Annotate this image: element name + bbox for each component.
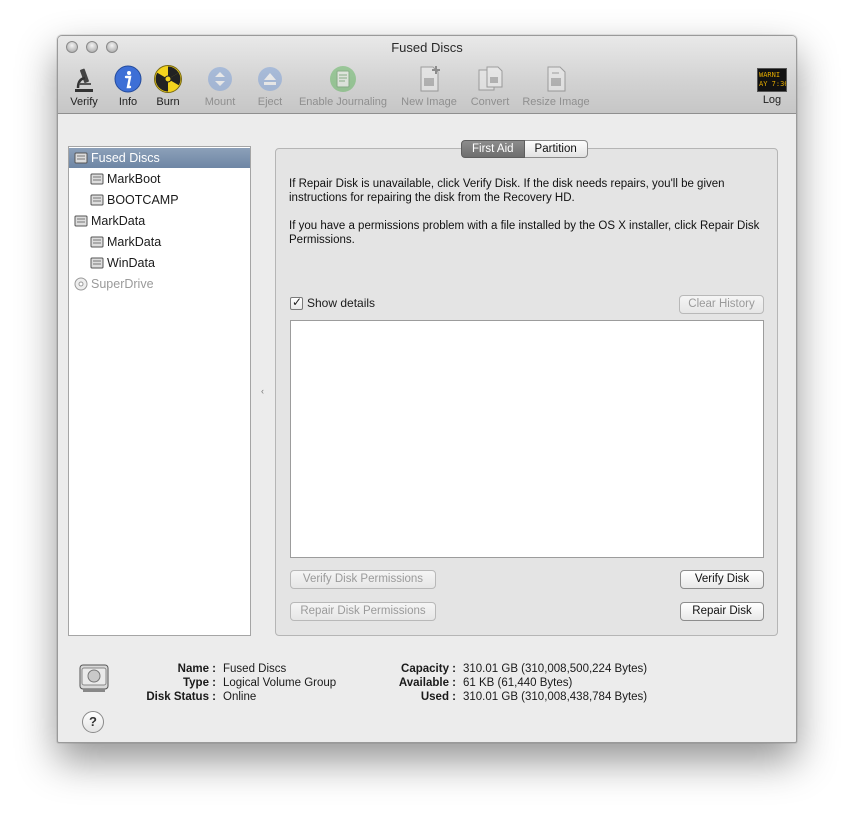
- toolbar-new-image-label: New Image: [401, 96, 457, 108]
- sidebar-item-label: Fused Discs: [91, 151, 160, 165]
- repair-disk-button[interactable]: Repair Disk: [680, 602, 764, 621]
- toolbar-enable-journaling[interactable]: Enable Journaling: [296, 64, 390, 110]
- volume-icon: [90, 194, 104, 206]
- split-view-handle[interactable]: ‹: [261, 386, 264, 396]
- checkbox-box[interactable]: [290, 295, 303, 310]
- type-value: Logical Volume Group: [223, 677, 337, 689]
- sidebar-item-markdata-volume[interactable]: MarkData: [69, 232, 250, 252]
- toolbar-eject-label: Eject: [257, 96, 283, 108]
- tab-first-aid[interactable]: First Aid: [461, 140, 525, 158]
- show-details-label: Show details: [307, 296, 376, 310]
- toolbar-new-image[interactable]: New Image: [398, 64, 460, 110]
- toolbar-enable-journaling-label: Enable Journaling: [298, 96, 388, 108]
- toolbar-burn[interactable]: Burn: [150, 64, 186, 110]
- verify-disk-permissions-button[interactable]: Verify Disk Permissions: [290, 570, 436, 589]
- verify-instructions-text: If Repair Disk is unavailable, click Ver…: [289, 178, 725, 204]
- show-details-checkbox[interactable]: Show details: [290, 295, 376, 310]
- sidebar-item-label: SuperDrive: [91, 277, 154, 291]
- available-key: Available :: [398, 677, 456, 689]
- sidebar-item-label: MarkBoot: [107, 172, 161, 186]
- disk-icon: [74, 152, 88, 164]
- available-value: 61 KB (61,440 Bytes): [463, 677, 573, 689]
- resize-image-icon: [547, 66, 566, 92]
- console-log-icon: WARNI AY 7:36: [757, 68, 787, 92]
- burn-icon: [154, 65, 182, 93]
- sidebar-item-markboot[interactable]: MarkBoot: [69, 169, 250, 189]
- selected-disk-icon: [79, 664, 109, 692]
- toolbar-convert-label: Convert: [470, 96, 510, 108]
- disk-sidebar[interactable]: Fused Discs MarkBoot BOOTCAMP MarkData M…: [68, 146, 251, 636]
- sidebar-item-superdrive[interactable]: SuperDrive: [69, 274, 250, 294]
- toolbar-resize-image[interactable]: Resize Image: [519, 64, 593, 110]
- tab-partition[interactable]: Partition: [524, 140, 588, 158]
- title-bar: Fused Discs Verify Info Burn Mount Eject…: [58, 36, 796, 114]
- toolbar-burn-label: Burn: [156, 96, 180, 108]
- details-log-area[interactable]: [290, 320, 764, 558]
- sidebar-item-label: MarkData: [107, 235, 162, 249]
- type-key: Type :: [182, 677, 216, 689]
- toolbar-info[interactable]: Info: [110, 64, 146, 110]
- verify-disk-button[interactable]: Verify Disk: [680, 570, 764, 589]
- help-button[interactable]: ?: [82, 711, 104, 733]
- toolbar-eject[interactable]: Eject: [253, 64, 287, 110]
- disk-status-value: Online: [223, 691, 257, 703]
- first-aid-panel: First Aid Partition If Repair Disk is un…: [275, 140, 778, 636]
- capacity-key: Capacity :: [401, 663, 456, 675]
- window-title: Fused Discs: [391, 40, 463, 55]
- permissions-instructions-text: If you have a permissions problem with a…: [289, 220, 760, 246]
- journaling-icon: [330, 66, 356, 92]
- sidebar-item-bootcamp[interactable]: BOOTCAMP: [69, 190, 250, 210]
- disk-utility-window: Fused Discs Verify Info Burn Mount Eject…: [57, 35, 797, 743]
- eject-icon: [258, 67, 282, 91]
- mount-icon: [208, 67, 232, 91]
- sidebar-item-markdata-disk[interactable]: MarkData: [69, 211, 250, 231]
- disk-icon: [74, 215, 88, 227]
- sidebar-item-label: WinData: [107, 256, 155, 270]
- sidebar-item-fused-discs[interactable]: Fused Discs: [69, 148, 250, 168]
- toolbar-info-label: Info: [118, 96, 138, 108]
- volume-icon: [90, 257, 104, 269]
- new-image-icon: [420, 66, 440, 92]
- disk-status-key: Disk Status :: [146, 691, 216, 703]
- info-icon: [114, 65, 142, 93]
- optical-drive-icon: [74, 277, 88, 291]
- microscope-icon: [75, 68, 93, 92]
- convert-icon: [478, 66, 503, 91]
- volume-icon: [90, 236, 104, 248]
- repair-disk-permissions-button[interactable]: Repair Disk Permissions: [290, 602, 436, 621]
- toolbar-mount-label: Mount: [204, 96, 236, 108]
- sidebar-item-label: MarkData: [91, 214, 146, 228]
- name-value: Fused Discs: [223, 663, 287, 675]
- toolbar-log[interactable]: WARNI AY 7:36 Log: [755, 64, 789, 110]
- toolbar-convert[interactable]: Convert: [467, 64, 513, 110]
- sidebar-item-windata[interactable]: WinData: [69, 253, 250, 273]
- used-value: 310.01 GB (310,008,438,784 Bytes): [463, 691, 648, 703]
- toolbar-verify[interactable]: Verify: [66, 64, 102, 110]
- toolbar-mount[interactable]: Mount: [200, 64, 240, 110]
- toolbar-log-label: Log: [762, 94, 782, 106]
- name-key: Name :: [177, 663, 216, 675]
- toolbar-verify-label: Verify: [70, 96, 98, 108]
- tab-bar: First Aid Partition: [461, 140, 588, 158]
- capacity-value: 310.01 GB (310,008,500,224 Bytes): [463, 663, 648, 675]
- sidebar-item-label: BOOTCAMP: [107, 193, 179, 207]
- clear-history-button[interactable]: Clear History: [679, 295, 764, 314]
- used-key: Used :: [420, 691, 456, 703]
- volume-icon: [90, 173, 104, 185]
- toolbar-resize-image-label: Resize Image: [522, 96, 590, 108]
